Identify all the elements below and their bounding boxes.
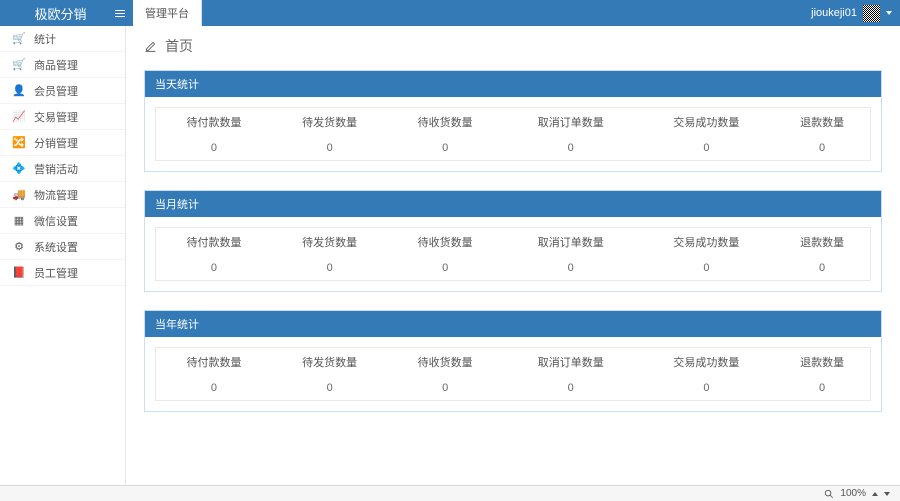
sidebar-item-icon: ▦ (12, 214, 26, 227)
edit-icon (144, 40, 157, 53)
stats-table: 待付款数量待发货数量待收货数量取消订单数量交易成功数量退款数量000000 (155, 107, 871, 161)
sidebar-item-5[interactable]: 💠 营销活动 (0, 156, 125, 182)
active-tab[interactable]: 管理平台 (133, 0, 202, 26)
stats-panel-2: 当年统计待付款数量待发货数量待收货数量取消订单数量交易成功数量退款数量00000… (144, 310, 882, 412)
stat-value: 0 (774, 256, 870, 281)
sidebar-item-0[interactable]: 🛒 统计 (0, 26, 125, 52)
navbar-right: jioukeji01 (811, 5, 900, 22)
sidebar-item-label: 营销活动 (34, 161, 78, 177)
stat-value: 0 (639, 136, 775, 161)
stat-value: 0 (503, 376, 639, 401)
stat-value: 0 (503, 136, 639, 161)
user-name[interactable]: jioukeji01 (811, 7, 857, 19)
main-content: 首页 当天统计待付款数量待发货数量待收货数量取消订单数量交易成功数量退款数量00… (126, 26, 900, 485)
sidebar-item-8[interactable]: ⚙ 系统设置 (0, 234, 125, 260)
stat-header: 退款数量 (774, 108, 870, 137)
panel-title: 当年统计 (145, 311, 881, 337)
panel-body: 待付款数量待发货数量待收货数量取消订单数量交易成功数量退款数量000000 (145, 217, 881, 291)
sidebar-item-9[interactable]: 📕 员工管理 (0, 260, 125, 286)
sidebar-item-6[interactable]: 🚚 物流管理 (0, 182, 125, 208)
stat-value: 0 (156, 256, 272, 281)
stat-value: 0 (387, 136, 503, 161)
sidebar-item-3[interactable]: 📈 交易管理 (0, 104, 125, 130)
stat-header: 待付款数量 (156, 348, 272, 377)
panel-body: 待付款数量待发货数量待收货数量取消订单数量交易成功数量退款数量000000 (145, 97, 881, 171)
stat-header: 待收货数量 (387, 108, 503, 137)
zoom-value: 100% (840, 488, 866, 499)
stat-value: 0 (156, 376, 272, 401)
stat-value: 0 (272, 136, 388, 161)
sidebar-item-label: 员工管理 (34, 265, 78, 281)
stat-value: 0 (387, 256, 503, 281)
sidebar-item-label: 会员管理 (34, 83, 78, 99)
stats-table: 待付款数量待发货数量待收货数量取消订单数量交易成功数量退款数量000000 (155, 347, 871, 401)
stat-header: 待收货数量 (387, 228, 503, 257)
stat-header: 待发货数量 (272, 108, 388, 137)
sidebar-item-label: 微信设置 (34, 213, 78, 229)
zoom-down-icon[interactable] (884, 492, 890, 496)
zoom-up-icon[interactable] (872, 492, 878, 496)
stat-value: 0 (639, 376, 775, 401)
sidebar: 🛒 统计 🛒 商品管理 👤 会员管理 📈 交易管理 🔀 分销管理 💠 营销活动 🚚 物流管理 ▦ 微信设置 ⚙ 系… (0, 26, 126, 485)
sidebar-item-icon: 🛒 (12, 58, 26, 71)
stat-header: 待发货数量 (272, 348, 388, 377)
stat-header: 交易成功数量 (639, 348, 775, 377)
stats-table: 待付款数量待发货数量待收货数量取消订单数量交易成功数量退款数量000000 (155, 227, 871, 281)
sidebar-item-icon: 📈 (12, 110, 26, 123)
sidebar-item-icon: 👤 (12, 84, 26, 97)
stat-header: 待付款数量 (156, 108, 272, 137)
top-navbar: 极欧分销 管理平台 jioukeji01 (0, 0, 900, 26)
stat-header: 取消订单数量 (503, 108, 639, 137)
sidebar-item-icon: 🛒 (12, 32, 26, 45)
stat-value: 0 (639, 256, 775, 281)
panel-title: 当月统计 (145, 191, 881, 217)
stat-value: 0 (272, 256, 388, 281)
sidebar-item-icon: 🚚 (12, 188, 26, 201)
stat-header: 取消订单数量 (503, 348, 639, 377)
page-header: 首页 (144, 36, 882, 56)
sidebar-item-icon: 📕 (12, 266, 26, 279)
tab-label: 管理平台 (145, 5, 189, 21)
sidebar-item-icon: ⚙ (12, 240, 26, 253)
panel-body: 待付款数量待发货数量待收货数量取消订单数量交易成功数量退款数量000000 (145, 337, 881, 411)
stats-panel-1: 当月统计待付款数量待发货数量待收货数量取消订单数量交易成功数量退款数量00000… (144, 190, 882, 292)
sidebar-item-4[interactable]: 🔀 分销管理 (0, 130, 125, 156)
sidebar-item-label: 交易管理 (34, 109, 78, 125)
stat-header: 待收货数量 (387, 348, 503, 377)
stat-header: 退款数量 (774, 228, 870, 257)
stat-header: 待发货数量 (272, 228, 388, 257)
stat-header: 交易成功数量 (639, 228, 775, 257)
panel-title: 当天统计 (145, 71, 881, 97)
sidebar-item-label: 物流管理 (34, 187, 78, 203)
stat-header: 交易成功数量 (639, 108, 775, 137)
stat-header: 退款数量 (774, 348, 870, 377)
sidebar-item-1[interactable]: 🛒 商品管理 (0, 52, 125, 78)
sidebar-item-2[interactable]: 👤 会员管理 (0, 78, 125, 104)
user-menu-caret-icon[interactable] (886, 11, 892, 15)
stat-value: 0 (503, 256, 639, 281)
sidebar-item-7[interactable]: ▦ 微信设置 (0, 208, 125, 234)
stats-panel-0: 当天统计待付款数量待发货数量待收货数量取消订单数量交易成功数量退款数量00000… (144, 70, 882, 172)
stat-value: 0 (156, 136, 272, 161)
zoom-icon (824, 489, 834, 499)
stat-value: 0 (272, 376, 388, 401)
stat-header: 取消订单数量 (503, 228, 639, 257)
sidebar-item-label: 系统设置 (34, 239, 78, 255)
sidebar-item-icon: 💠 (12, 162, 26, 175)
stat-header: 待付款数量 (156, 228, 272, 257)
stat-value: 0 (387, 376, 503, 401)
menu-toggle-icon[interactable] (115, 6, 129, 20)
sidebar-item-label: 统计 (34, 31, 56, 47)
page-title: 首页 (165, 36, 193, 56)
sidebar-item-label: 商品管理 (34, 57, 78, 73)
sidebar-item-label: 分销管理 (34, 135, 78, 151)
stat-value: 0 (774, 136, 870, 161)
brand-title: 极欧分销 (0, 4, 115, 23)
status-bar: 100% (0, 485, 900, 501)
stat-value: 0 (774, 376, 870, 401)
sidebar-item-icon: 🔀 (12, 136, 26, 149)
qrcode-icon[interactable] (863, 5, 880, 22)
